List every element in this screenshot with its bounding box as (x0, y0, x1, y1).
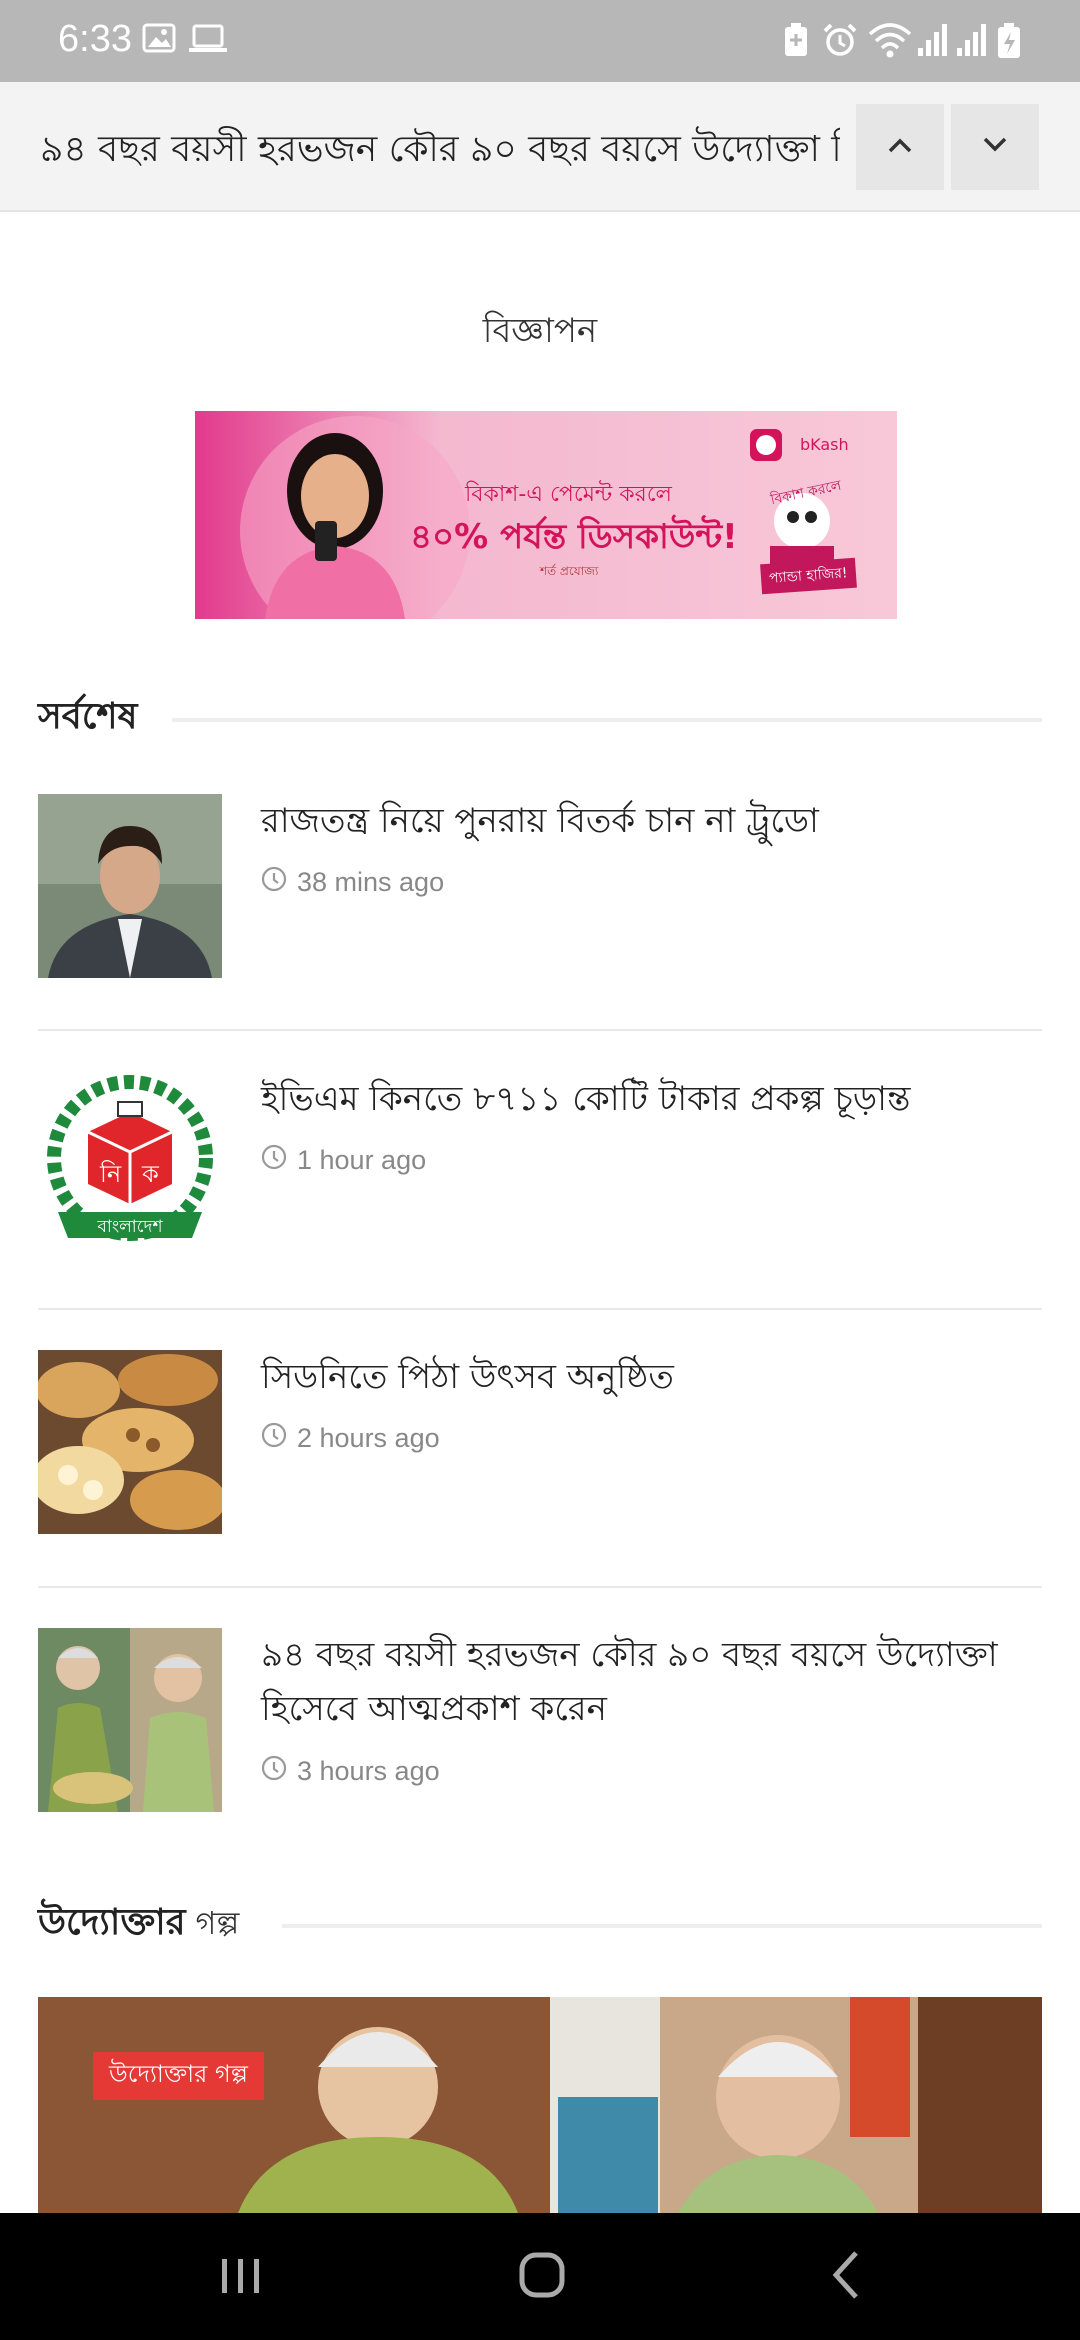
news-time-text: 2 hours ago (297, 1423, 440, 1453)
news-title[interactable]: রাজতন্ত্র নিয়ে পুনরায় বিতর্ক চান না ট্… (261, 794, 1021, 848)
category-badge: উদ্যোক্তার গল্প (93, 2052, 264, 2100)
section-divider (282, 1924, 1042, 1928)
list-divider (38, 1308, 1042, 1310)
ad-text-discount: ৪০% পর্যন্ত ডিসকাউন্ট! (410, 517, 738, 557)
clock-icon (261, 1755, 287, 1788)
section-title-bold: উদ্যোক্তার (38, 1902, 186, 1943)
news-timestamp: 3 hours ago (261, 1755, 440, 1788)
section-heading-latest: সর্বশেষ (38, 694, 137, 744)
ticker-next-button[interactable] (951, 104, 1039, 190)
news-title[interactable]: ৯৪ বছর বয়সী হরভজন কৌর ৯০ বছর বয়সে উদ্য… (261, 1628, 1021, 1736)
ad-text-terms: শর্ত প্রযোজ্য (540, 564, 599, 578)
ec-logo-right-letter: ক (141, 1160, 160, 1188)
alarm-icon (822, 22, 858, 62)
status-bar: 6:33 (0, 0, 1080, 82)
section-title-light: গল্প (195, 1904, 240, 1942)
news-title[interactable]: সিডনিতে পিঠা উৎসব অনুষ্ঠিত (261, 1350, 1021, 1404)
news-thumbnail[interactable] (38, 794, 222, 978)
clock-icon (261, 1422, 287, 1455)
gallery-icon (142, 22, 176, 58)
ad-label: বিজ্ঞাপন (482, 311, 598, 351)
list-divider (38, 1029, 1042, 1031)
section-title: সর্বশেষ (38, 696, 138, 737)
news-title[interactable]: ইভিএম কিনতে ৮৭১১ কোটি টাকার প্রকল্প চূড়… (261, 1072, 1021, 1126)
section-divider (172, 718, 1042, 722)
recent-apps-icon[interactable] (218, 2245, 264, 2309)
section-heading-entrepreneur: উদ্যোক্তার গল্প (38, 1900, 239, 1950)
news-timestamp: 2 hours ago (261, 1422, 440, 1455)
news-thumbnail[interactable] (38, 1350, 222, 1534)
system-nav-bar (0, 2213, 1080, 2340)
status-time: 6:33 (58, 18, 132, 60)
ad-banner[interactable]: বিকাশ-এ পেমেন্ট করলে ৪০% পর্যন্ত ডিসকাউন… (195, 411, 897, 619)
ticker-prev-button[interactable] (856, 104, 944, 190)
news-thumbnail[interactable] (38, 1628, 222, 1812)
feature-story-image[interactable]: উদ্যোক্তার গল্প (38, 1997, 1042, 2213)
news-ticker: ৯৪ বছর বয়সী হরভজন কৌর ৯০ বছর বয়সে উদ্য… (0, 82, 1080, 212)
news-time-text: 3 hours ago (297, 1756, 440, 1786)
home-icon[interactable] (518, 2245, 568, 2309)
signal-icon (955, 22, 989, 62)
back-icon[interactable] (828, 2245, 864, 2309)
ad-text-line1: বিকাশ-এ পেমেন্ট করলে (465, 482, 672, 507)
chevron-up-icon (887, 136, 913, 158)
list-divider (38, 1586, 1042, 1588)
news-thumbnail[interactable]: নি ক বাংলাদেশ (38, 1072, 222, 1256)
wifi-icon (868, 22, 912, 62)
news-timestamp: 38 mins ago (261, 866, 444, 899)
ec-logo-left-letter: নি (99, 1160, 122, 1188)
ticker-headline[interactable]: ৯৪ বছর বয়সী হরভজন কৌর ৯০ বছর বয়সে উদ্য… (40, 122, 840, 182)
clock-icon (261, 866, 287, 899)
news-timestamp: 1 hour ago (261, 1144, 426, 1177)
laptop-icon (188, 22, 228, 58)
signal-icon (916, 22, 950, 62)
news-time-text: 1 hour ago (297, 1145, 427, 1175)
battery-charging-icon (996, 22, 1022, 64)
battery-saver-icon (782, 22, 810, 62)
chevron-down-icon (982, 136, 1008, 158)
clock-icon (261, 1144, 287, 1177)
news-time-text: 38 mins ago (297, 867, 445, 897)
ad-brand-bkash: bKash (800, 435, 849, 454)
ec-logo-ribbon-text: বাংলাদেশ (96, 1217, 163, 1237)
